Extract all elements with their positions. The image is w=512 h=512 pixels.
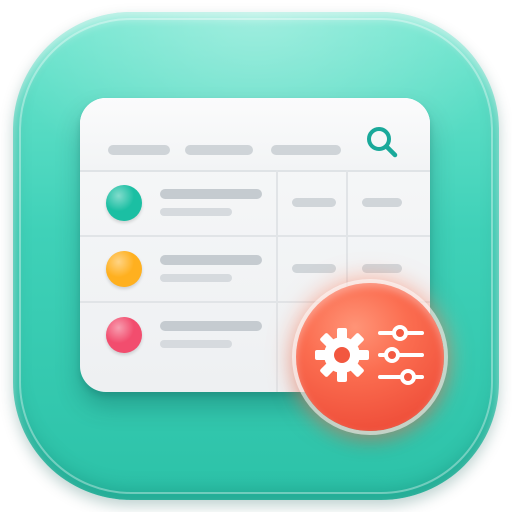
table-header [80,98,430,172]
header-placeholder-3 [271,145,341,155]
status-dot [106,251,142,287]
status-dot [106,185,142,221]
row-title-placeholder [160,321,262,331]
cell-placeholder [362,264,402,273]
row-title-placeholder [160,189,262,199]
row-title-placeholder [160,255,262,265]
sliders-icon [378,325,424,385]
gear-icon [315,328,369,382]
gear-sliders-icon [315,325,424,385]
row-subtitle-placeholder [160,274,232,282]
header-placeholder-2 [185,145,253,155]
cell-placeholder [292,264,336,273]
status-dot [106,317,142,353]
row-subtitle-placeholder [160,340,232,348]
search-button[interactable] [362,122,402,162]
row-subtitle-placeholder [160,208,232,216]
cell-placeholder [292,198,336,207]
search-icon [367,127,398,158]
settings-badge[interactable] [296,283,444,431]
cell-placeholder [362,198,402,207]
app-icon-canvas [0,0,512,512]
table-row[interactable] [80,171,430,237]
header-placeholder-1 [108,145,170,155]
